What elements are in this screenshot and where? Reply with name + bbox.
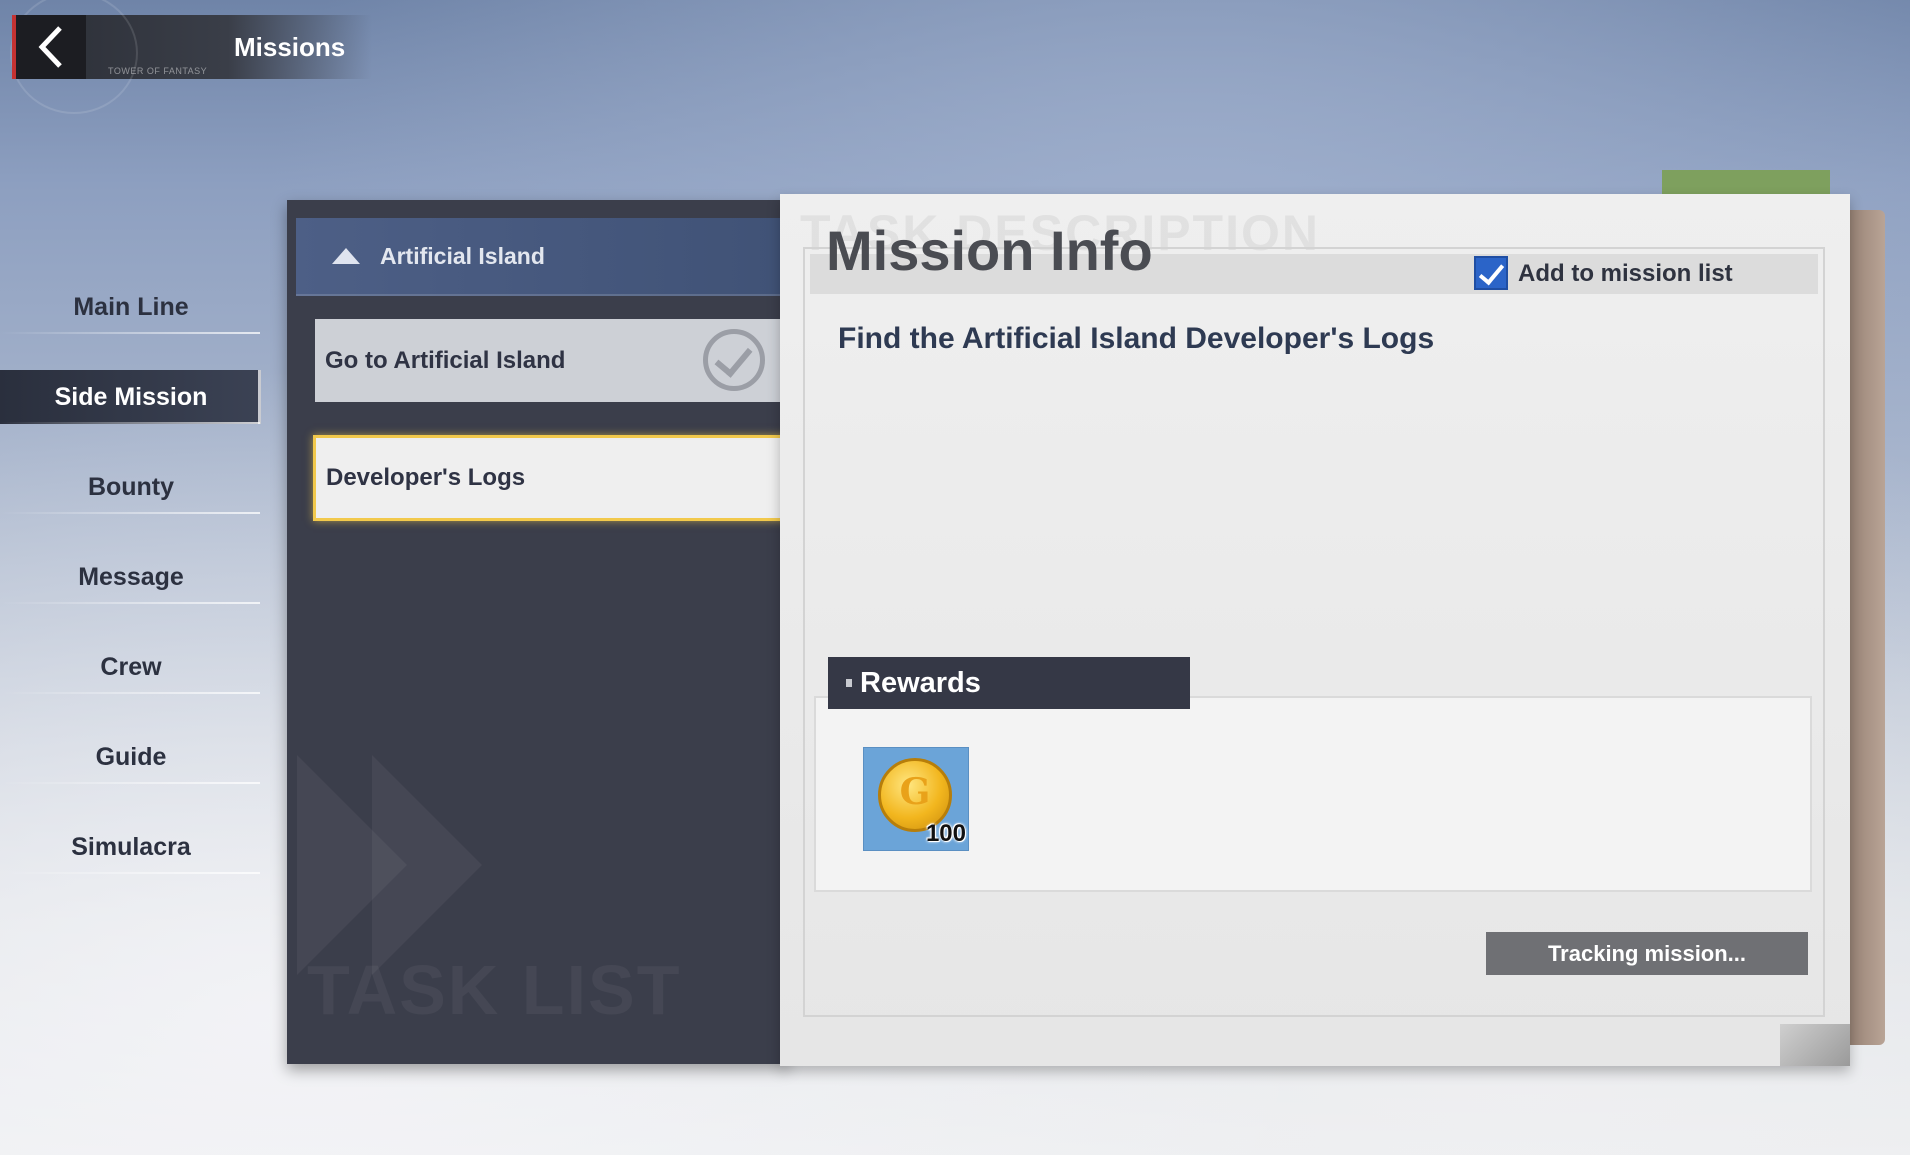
mission-info-title: Mission Info xyxy=(826,219,1153,282)
collapse-triangle-icon xyxy=(332,248,360,264)
emblem-caption: TOWER OF FANTASY xyxy=(108,66,208,76)
category-simulacra[interactable]: Simulacra xyxy=(0,802,262,892)
bullet-icon xyxy=(846,679,852,687)
category-crew[interactable]: Crew xyxy=(0,622,262,712)
add-to-mission-list-checkbox[interactable] xyxy=(1474,256,1508,290)
task-list-watermark: TASK LIST xyxy=(307,951,682,1029)
category-side-mission[interactable]: Side Mission xyxy=(0,352,262,442)
task-label: Go to Artificial Island xyxy=(325,346,566,374)
reward-quantity: 100 xyxy=(925,820,966,847)
rewards-label: Rewards xyxy=(860,666,981,699)
category-label: Message xyxy=(78,562,184,591)
tracking-mission-label: Tracking mission... xyxy=(1547,940,1747,966)
category-label: Guide xyxy=(95,742,167,771)
chevron-left-icon xyxy=(38,26,62,68)
category-message[interactable]: Message xyxy=(0,532,262,622)
back-button[interactable] xyxy=(12,15,86,79)
page-title: Missions xyxy=(234,32,346,62)
add-to-mission-list-label[interactable]: Add to mission list xyxy=(1518,260,1733,288)
task-developers-logs[interactable]: Developer's Logs xyxy=(313,435,788,521)
category-label: Simulacra xyxy=(71,832,191,861)
category-main-line[interactable]: Main Line xyxy=(0,262,262,352)
category-label: Side Mission xyxy=(54,382,208,411)
decorative-chevron xyxy=(372,755,482,975)
task-go-to-artificial-island[interactable]: Go to Artificial Island xyxy=(315,319,785,402)
category-guide[interactable]: Guide xyxy=(0,712,262,802)
rewards-header: Rewards xyxy=(828,657,1190,709)
task-label: Developer's Logs xyxy=(326,464,526,491)
category-label: Crew xyxy=(100,652,162,681)
tracking-mission-button[interactable]: Tracking mission... xyxy=(1486,932,1808,975)
mission-category-nav: Main Line Side Mission Bounty Message Cr… xyxy=(0,262,262,892)
completed-check-icon xyxy=(703,329,765,391)
category-bounty[interactable]: Bounty xyxy=(0,442,262,532)
category-label: Main Line xyxy=(73,292,189,321)
task-group-artificial-island[interactable]: Artificial Island xyxy=(296,218,788,296)
reward-item-gold[interactable]: 100 xyxy=(863,747,969,851)
paper-fold xyxy=(1780,1024,1850,1066)
mission-description: Find the Artificial Island Developer's L… xyxy=(838,322,1435,355)
mission-info-frame xyxy=(803,247,1825,1017)
category-label: Bounty xyxy=(87,472,175,501)
task-group-label: Artificial Island xyxy=(380,242,545,269)
